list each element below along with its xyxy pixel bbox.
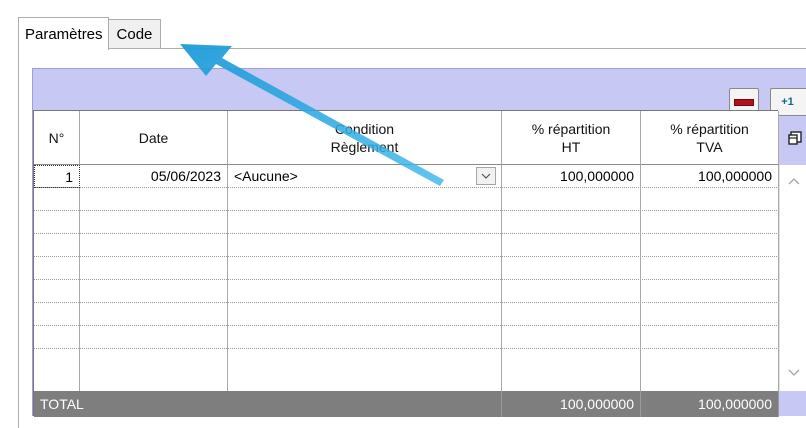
empty-row xyxy=(34,211,779,234)
chevron-down-icon xyxy=(481,173,491,179)
table-row[interactable]: 1 05/06/2023 <Aucune> 100,000000 100,000… xyxy=(34,165,779,188)
total-label: TOTAL xyxy=(34,391,502,417)
scroll-up-icon[interactable] xyxy=(788,177,800,185)
header-label-line1: % répartition xyxy=(670,120,749,137)
tab-parametres[interactable]: Paramètres xyxy=(18,17,109,50)
column-picker-icon xyxy=(788,131,802,145)
payment-schedule-table: N° Date Condition Règlement % répartitio… xyxy=(33,110,806,417)
column-picker-button[interactable] xyxy=(779,111,806,165)
column-header-number[interactable]: N° xyxy=(34,111,80,165)
ht-cell[interactable]: 100,000000 xyxy=(502,165,641,188)
vertical-scrollbar[interactable] xyxy=(779,165,806,391)
scroll-down-icon[interactable] xyxy=(788,369,800,377)
column-header-ht[interactable]: % répartition HT xyxy=(502,111,641,165)
empty-row xyxy=(34,257,779,280)
tab-code[interactable]: Code xyxy=(108,19,162,49)
minus-icon xyxy=(734,98,754,106)
header-label: N° xyxy=(48,129,65,146)
column-header-condition[interactable]: Condition Règlement xyxy=(228,111,502,165)
total-ht: 100,000000 xyxy=(502,391,641,417)
row-number-cell[interactable]: 1 xyxy=(34,165,80,188)
empty-row xyxy=(34,326,779,349)
total-tva: 100,000000 xyxy=(641,391,779,417)
tab-strip: Paramètres Code xyxy=(18,16,162,50)
condition-dropdown-button[interactable] xyxy=(476,167,496,185)
total-row: TOTAL 100,000000 100,000000 xyxy=(34,391,779,417)
add-row-icon: +1 xyxy=(781,96,794,108)
column-header-date[interactable]: Date xyxy=(80,111,228,165)
header-label-line1: Condition xyxy=(334,120,395,137)
empty-row xyxy=(34,188,779,211)
header-label-line2: Règlement xyxy=(330,138,399,155)
condition-cell[interactable]: <Aucune> xyxy=(228,165,502,188)
empty-row xyxy=(34,303,779,326)
header-label-line2: TVA xyxy=(696,138,723,155)
header-label: Date xyxy=(138,129,169,146)
column-header-tva[interactable]: % répartition TVA xyxy=(641,111,779,165)
header-label-line1: % répartition xyxy=(531,120,611,137)
header-label-line2: HT xyxy=(561,138,581,155)
condition-value: <Aucune> xyxy=(234,168,298,184)
tva-cell[interactable]: 100,000000 xyxy=(641,165,779,188)
empty-row xyxy=(34,280,779,303)
empty-row xyxy=(34,234,779,257)
date-cell[interactable]: 05/06/2023 xyxy=(80,165,228,188)
empty-row xyxy=(34,349,779,391)
